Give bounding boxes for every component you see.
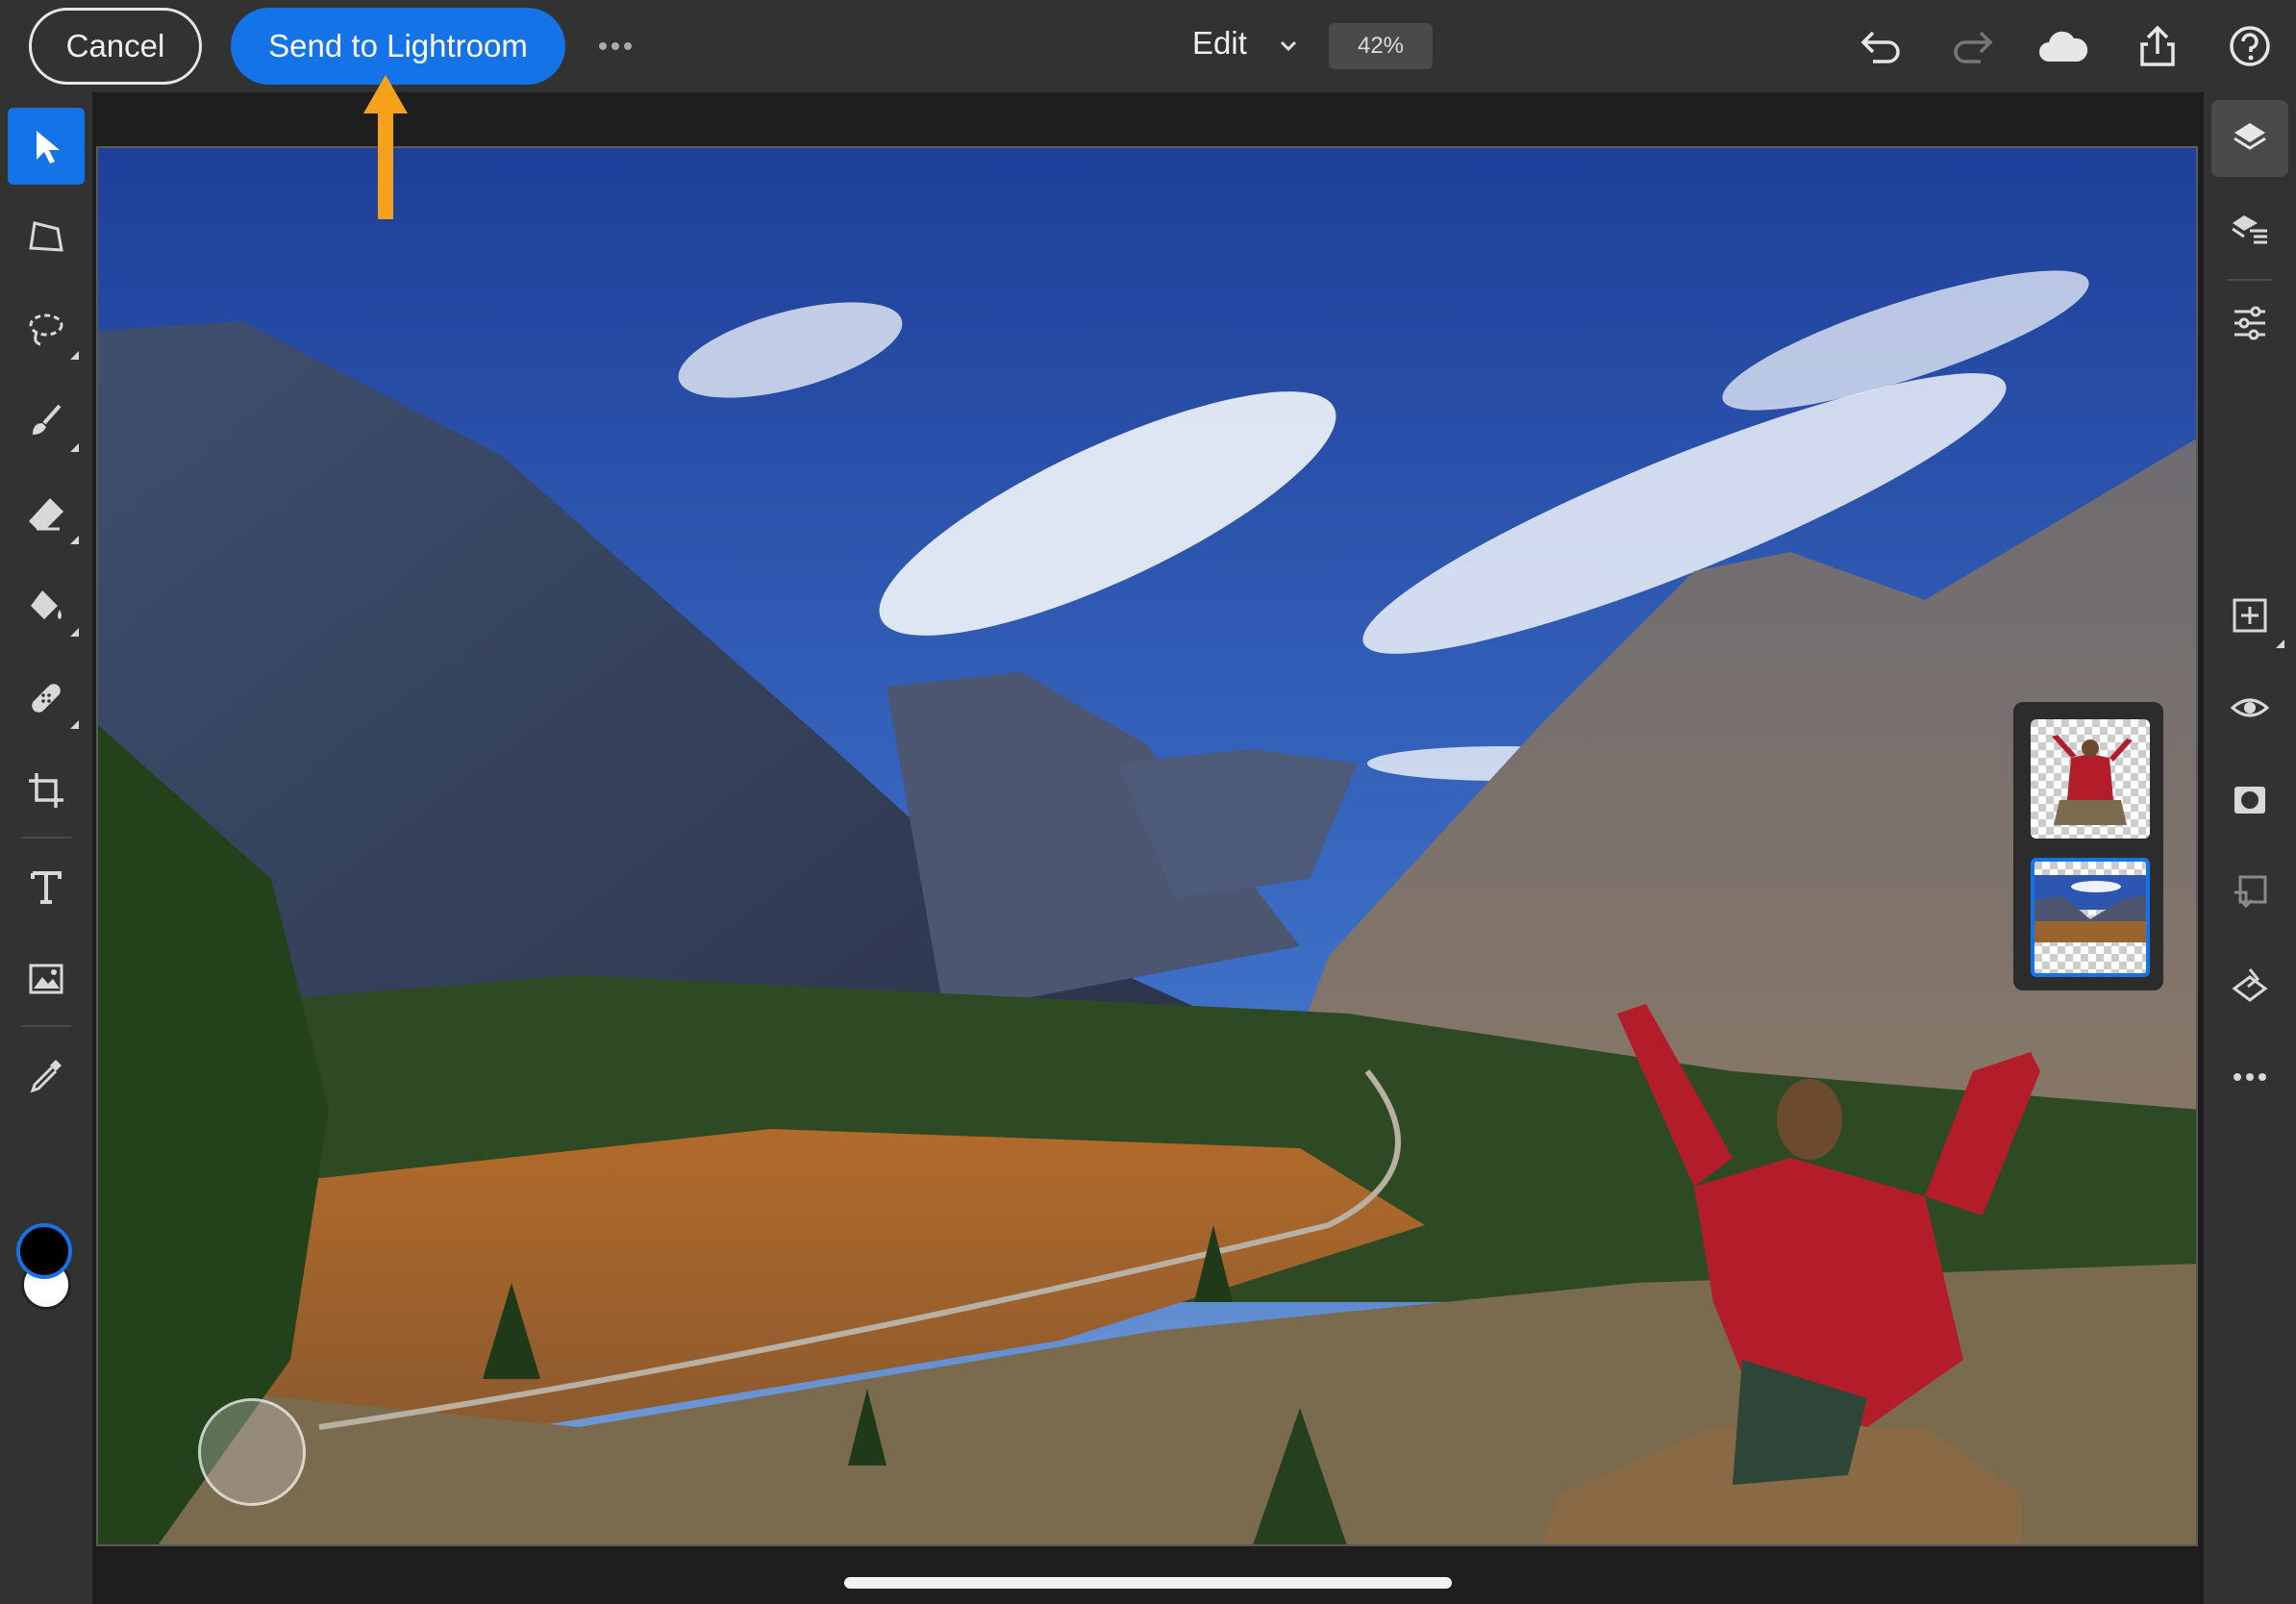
add-layer-icon[interactable] <box>2211 577 2288 654</box>
layer-thumbnail-landscape[interactable] <box>2031 858 2150 977</box>
toolbar-divider <box>21 1025 71 1027</box>
crop-tool[interactable] <box>8 752 85 829</box>
layer-properties-icon[interactable] <box>2211 192 2288 269</box>
heal-tool[interactable] <box>8 660 85 737</box>
fill-tool[interactable] <box>8 567 85 644</box>
undo-icon[interactable] <box>1854 19 1908 73</box>
mask-icon[interactable] <box>2211 762 2288 839</box>
send-to-lightroom-button[interactable]: Send to Lightroom <box>231 8 565 85</box>
place-image-tool[interactable] <box>8 940 85 1017</box>
orange-arrow-annotation <box>363 75 408 219</box>
cloud-icon[interactable] <box>2036 19 2090 73</box>
right-toolbar <box>2204 92 2296 1604</box>
home-indicator <box>844 1577 1452 1589</box>
type-tool[interactable] <box>8 848 85 925</box>
mode-dropdown-label[interactable]: Edit <box>1192 25 1247 62</box>
document-canvas[interactable] <box>96 146 2198 1546</box>
share-icon[interactable] <box>2131 19 2184 73</box>
toolbar-divider <box>21 837 71 839</box>
cancel-button[interactable]: Cancel <box>29 8 202 85</box>
zoom-level[interactable]: 42% <box>1329 23 1433 69</box>
layer-thumbnail-person[interactable] <box>2031 719 2150 839</box>
toolbar-divider <box>2227 279 2273 281</box>
eraser-tool[interactable] <box>8 475 85 552</box>
lasso-tool[interactable] <box>8 290 85 367</box>
visibility-icon[interactable] <box>2211 669 2288 746</box>
top-bar: Cancel Send to Lightroom Edit 42% <box>0 0 2296 92</box>
left-toolbar <box>0 92 92 1604</box>
foreground-color-swatch[interactable] <box>16 1223 72 1279</box>
chevron-down-icon[interactable] <box>1279 33 1298 60</box>
help-icon[interactable] <box>2223 19 2277 73</box>
more-icon[interactable] <box>2211 1039 2288 1115</box>
redo-icon[interactable] <box>1946 19 2000 73</box>
clip-icon[interactable] <box>2211 854 2288 931</box>
more-horizontal-icon[interactable] <box>596 23 635 69</box>
transform-tool[interactable] <box>8 198 85 275</box>
layers-thumbnail-panel <box>2013 702 2163 990</box>
landscape-photo <box>98 148 2196 1544</box>
adjustments-icon[interactable] <box>2211 285 2288 362</box>
layers-icon[interactable] <box>2211 100 2288 177</box>
eyedropper-tool[interactable] <box>8 1037 85 1114</box>
select-tool[interactable] <box>8 108 85 185</box>
touch-indicator <box>198 1398 306 1506</box>
brush-tool[interactable] <box>8 383 85 460</box>
lightroom-icon[interactable] <box>2211 946 2288 1023</box>
